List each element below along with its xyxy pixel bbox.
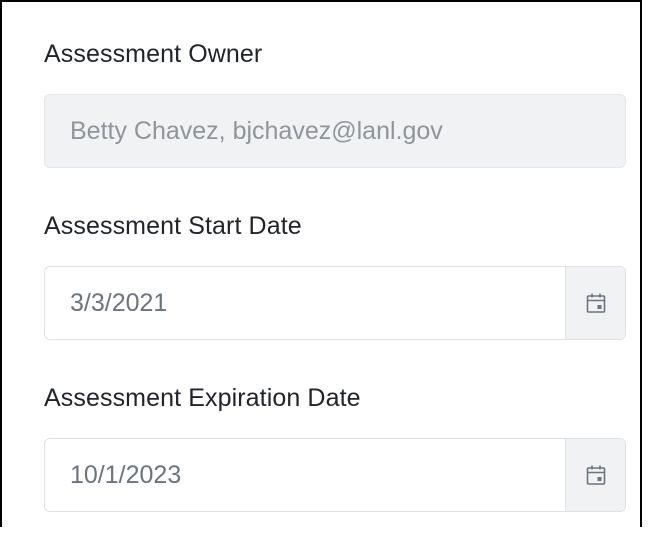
assessment-owner-label: Assessment Owner <box>44 40 263 68</box>
expiration-date-calendar-button[interactable] <box>565 439 625 511</box>
assessment-expiration-date-input[interactable]: 10/1/2023 <box>44 438 626 512</box>
assessment-start-date-label: Assessment Start Date <box>44 212 302 240</box>
assessment-owner-value: Betty Chavez, bjchavez@lanl.gov <box>70 116 443 145</box>
assessment-start-date-input[interactable]: 3/3/2021 <box>44 266 626 340</box>
start-date-calendar-button[interactable] <box>565 267 625 339</box>
assessment-form: Assessment Owner Betty Chavez, bjchavez@… <box>0 0 642 527</box>
assessment-expiration-date-value[interactable]: 10/1/2023 <box>70 461 565 490</box>
calendar-icon[interactable] <box>586 464 606 486</box>
assessment-expiration-date-label: Assessment Expiration Date <box>44 384 361 412</box>
assessment-owner-field: Betty Chavez, bjchavez@lanl.gov <box>44 94 626 168</box>
calendar-icon[interactable] <box>586 292 606 314</box>
assessment-start-date-value[interactable]: 3/3/2021 <box>70 289 565 318</box>
